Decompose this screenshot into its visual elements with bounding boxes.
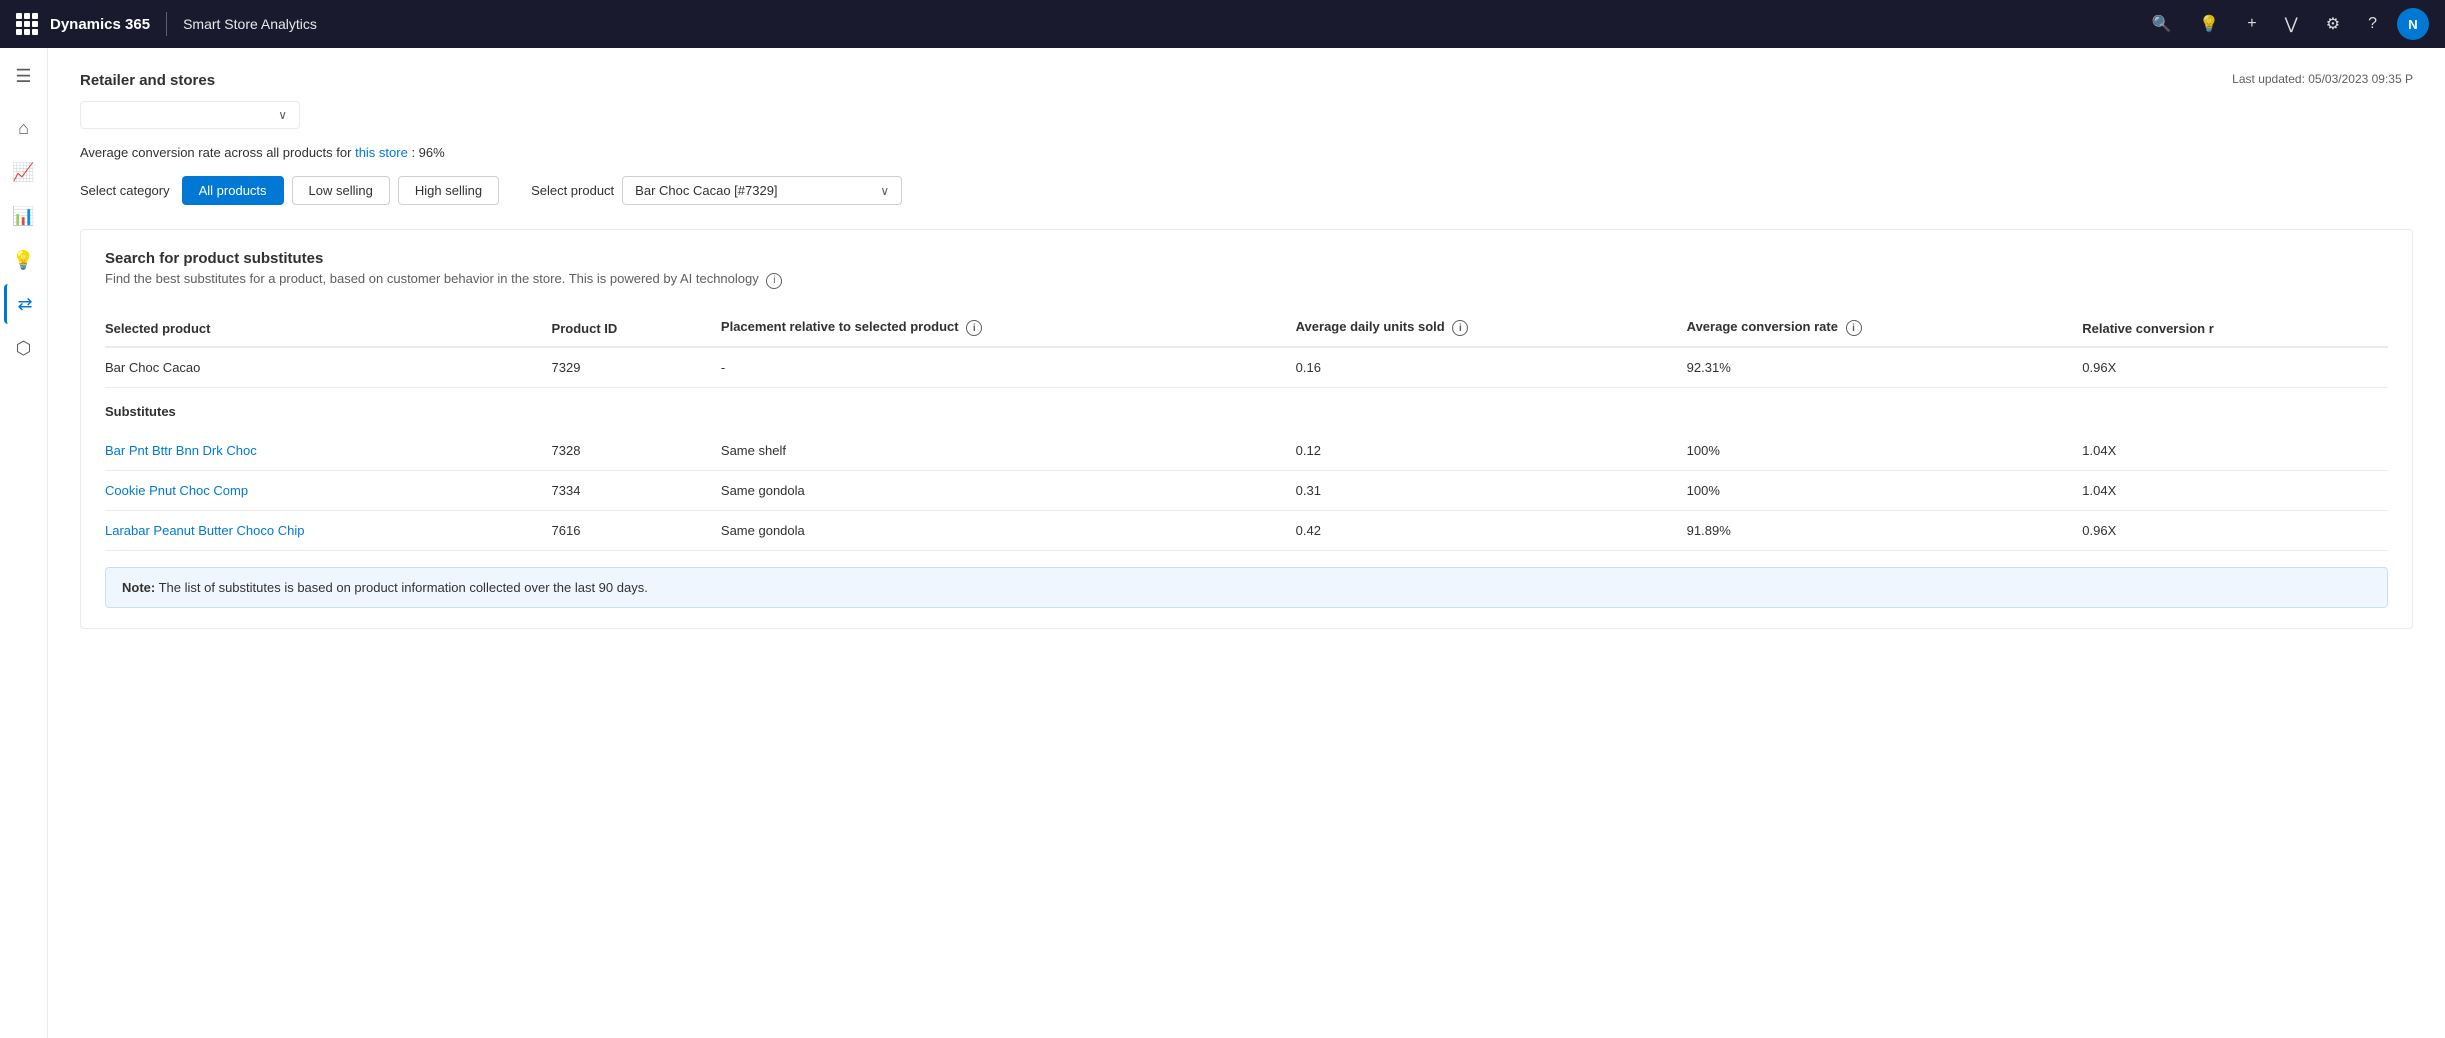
table-row-substitute-3[interactable]: Larabar Peanut Butter Choco Chip 7616 Sa… [105, 511, 2388, 551]
sidebar-item-other[interactable]: ⬡ [4, 328, 44, 368]
substitute-2-avg-units: 0.31 [1296, 471, 1687, 511]
category-filter-label: Select category [80, 183, 170, 198]
table-header-row: Selected product Product ID Placement re… [105, 309, 2388, 348]
page-title: Retailer and stores [80, 72, 300, 89]
sidebar-item-reports[interactable]: 📊 [4, 196, 44, 236]
table-row-substitute-2[interactable]: Cookie Pnut Choc Comp 7334 Same gondola … [105, 471, 2388, 511]
substitute-1-placement: Same shelf [721, 431, 1296, 471]
table-substitutes-header: Substitutes [105, 388, 2388, 432]
product-selector-label: Select product [531, 183, 614, 198]
substitute-2-avg-conversion: 100% [1687, 471, 2083, 511]
conversion-note: Average conversion rate across all produ… [80, 145, 2413, 160]
col-header-avg-units: Average daily units sold i [1296, 309, 1687, 348]
selected-product-placement: - [721, 347, 1296, 388]
substitute-2-relative-conversion: 1.04X [2082, 471, 2388, 511]
substitute-3-avg-units: 0.42 [1296, 511, 1687, 551]
top-navigation: Dynamics 365 Smart Store Analytics 🔍 💡 +… [0, 0, 2445, 48]
sidebar-item-insights[interactable]: 💡 [4, 240, 44, 280]
substitute-3-name[interactable]: Larabar Peanut Butter Choco Chip [105, 511, 552, 551]
main-content: Retailer and stores ∨ Last updated: 05/0… [48, 48, 2445, 1038]
search-subtitle-text: Find the best substitutes for a product,… [105, 271, 759, 286]
substitute-1-avg-conversion: 100% [1687, 431, 2083, 471]
substitute-2-name[interactable]: Cookie Pnut Choc Comp [105, 471, 552, 511]
help-icon[interactable]: ? [2368, 15, 2377, 33]
settings-icon[interactable]: ⚙ [2326, 14, 2340, 34]
add-icon[interactable]: + [2247, 15, 2256, 33]
conversion-note-highlight: this store [355, 145, 408, 160]
placement-info-icon[interactable]: i [966, 320, 982, 336]
filter-high-selling[interactable]: High selling [398, 176, 499, 205]
product-selector-chevron-icon: ∨ [880, 184, 889, 198]
note-text: The list of substitutes is based on prod… [159, 580, 648, 595]
last-updated-label: Last updated: 05/03/2023 09:35 P [2232, 72, 2413, 86]
product-selector-dropdown[interactable]: Bar Choc Cacao [#7329] ∨ [622, 176, 902, 205]
filter-bar: Select category All products Low selling… [80, 176, 2413, 205]
app-brand: Dynamics 365 [50, 16, 150, 33]
substitute-1-name[interactable]: Bar Pnt Bttr Bnn Drk Choc [105, 431, 552, 471]
user-avatar[interactable]: N [2397, 8, 2429, 40]
side-navigation: ☰ ⌂ 📈 📊 💡 ⇄ ⬡ [0, 48, 48, 1038]
col-header-relative-conversion: Relative conversion r [2082, 309, 2388, 348]
store-selector-chevron-icon: ∨ [278, 108, 287, 122]
substitute-2-placement: Same gondola [721, 471, 1296, 511]
notification-icon[interactable]: 💡 [2199, 14, 2219, 34]
selected-product-relative-conversion: 0.96X [2082, 347, 2388, 388]
table-row-selected-product: Bar Choc Cacao 7329 - 0.16 92.31% 0.96X [105, 347, 2388, 388]
col-header-product-id: Product ID [552, 309, 721, 348]
search-section: Search for product substitutes Find the … [80, 229, 2413, 629]
sidebar-item-menu[interactable]: ☰ [4, 56, 44, 96]
substitute-3-relative-conversion: 0.96X [2082, 511, 2388, 551]
sidebar-item-analytics[interactable]: 📈 [4, 152, 44, 192]
substitute-1-relative-conversion: 1.04X [2082, 431, 2388, 471]
app-grid-icon[interactable] [16, 13, 38, 35]
search-section-subtitle: Find the best substitutes for a product,… [105, 271, 2388, 289]
substitute-1-id: 7328 [552, 431, 721, 471]
filter-icon[interactable]: ⋁ [2285, 14, 2298, 34]
substitutes-table: Selected product Product ID Placement re… [105, 309, 2388, 552]
substitute-2-id: 7334 [552, 471, 721, 511]
avg-units-info-icon[interactable]: i [1452, 320, 1468, 336]
conversion-note-suffix: : 96% [411, 145, 444, 160]
col-header-product: Selected product [105, 309, 552, 348]
filter-all-products[interactable]: All products [182, 176, 284, 205]
page-header-row: Retailer and stores ∨ Last updated: 05/0… [80, 72, 2413, 141]
search-icon[interactable]: 🔍 [2151, 14, 2171, 34]
selected-product-avg-conversion: 92.31% [1687, 347, 2083, 388]
conversion-note-prefix: Average conversion rate across all produ… [80, 145, 351, 160]
substitute-3-avg-conversion: 91.89% [1687, 511, 2083, 551]
note-label: Note: [122, 580, 155, 595]
filter-low-selling[interactable]: Low selling [292, 176, 390, 205]
search-section-title: Search for product substitutes [105, 250, 2388, 267]
col-header-avg-conversion: Average conversion rate i [1687, 309, 2083, 348]
selected-product-name: Bar Choc Cacao [105, 347, 552, 388]
ai-info-icon[interactable]: i [766, 273, 782, 289]
col-header-placement: Placement relative to selected product i [721, 309, 1296, 348]
selected-product-id: 7329 [552, 347, 721, 388]
nav-divider [166, 12, 167, 36]
note-box: Note: The list of substitutes is based o… [105, 567, 2388, 608]
substitute-3-id: 7616 [552, 511, 721, 551]
substitute-1-avg-units: 0.12 [1296, 431, 1687, 471]
product-selector-value: Bar Choc Cacao [#7329] [635, 183, 777, 198]
sidebar-item-substitutes[interactable]: ⇄ [4, 284, 44, 324]
app-module-title: Smart Store Analytics [183, 16, 317, 32]
store-selector-dropdown[interactable]: ∨ [80, 101, 300, 129]
table-row-substitute-1[interactable]: Bar Pnt Bttr Bnn Drk Choc 7328 Same shel… [105, 431, 2388, 471]
selected-product-avg-units: 0.16 [1296, 347, 1687, 388]
substitute-3-placement: Same gondola [721, 511, 1296, 551]
avg-conversion-info-icon[interactable]: i [1846, 320, 1862, 336]
substitutes-section-label: Substitutes [105, 388, 2388, 432]
sidebar-item-home[interactable]: ⌂ [4, 108, 44, 148]
